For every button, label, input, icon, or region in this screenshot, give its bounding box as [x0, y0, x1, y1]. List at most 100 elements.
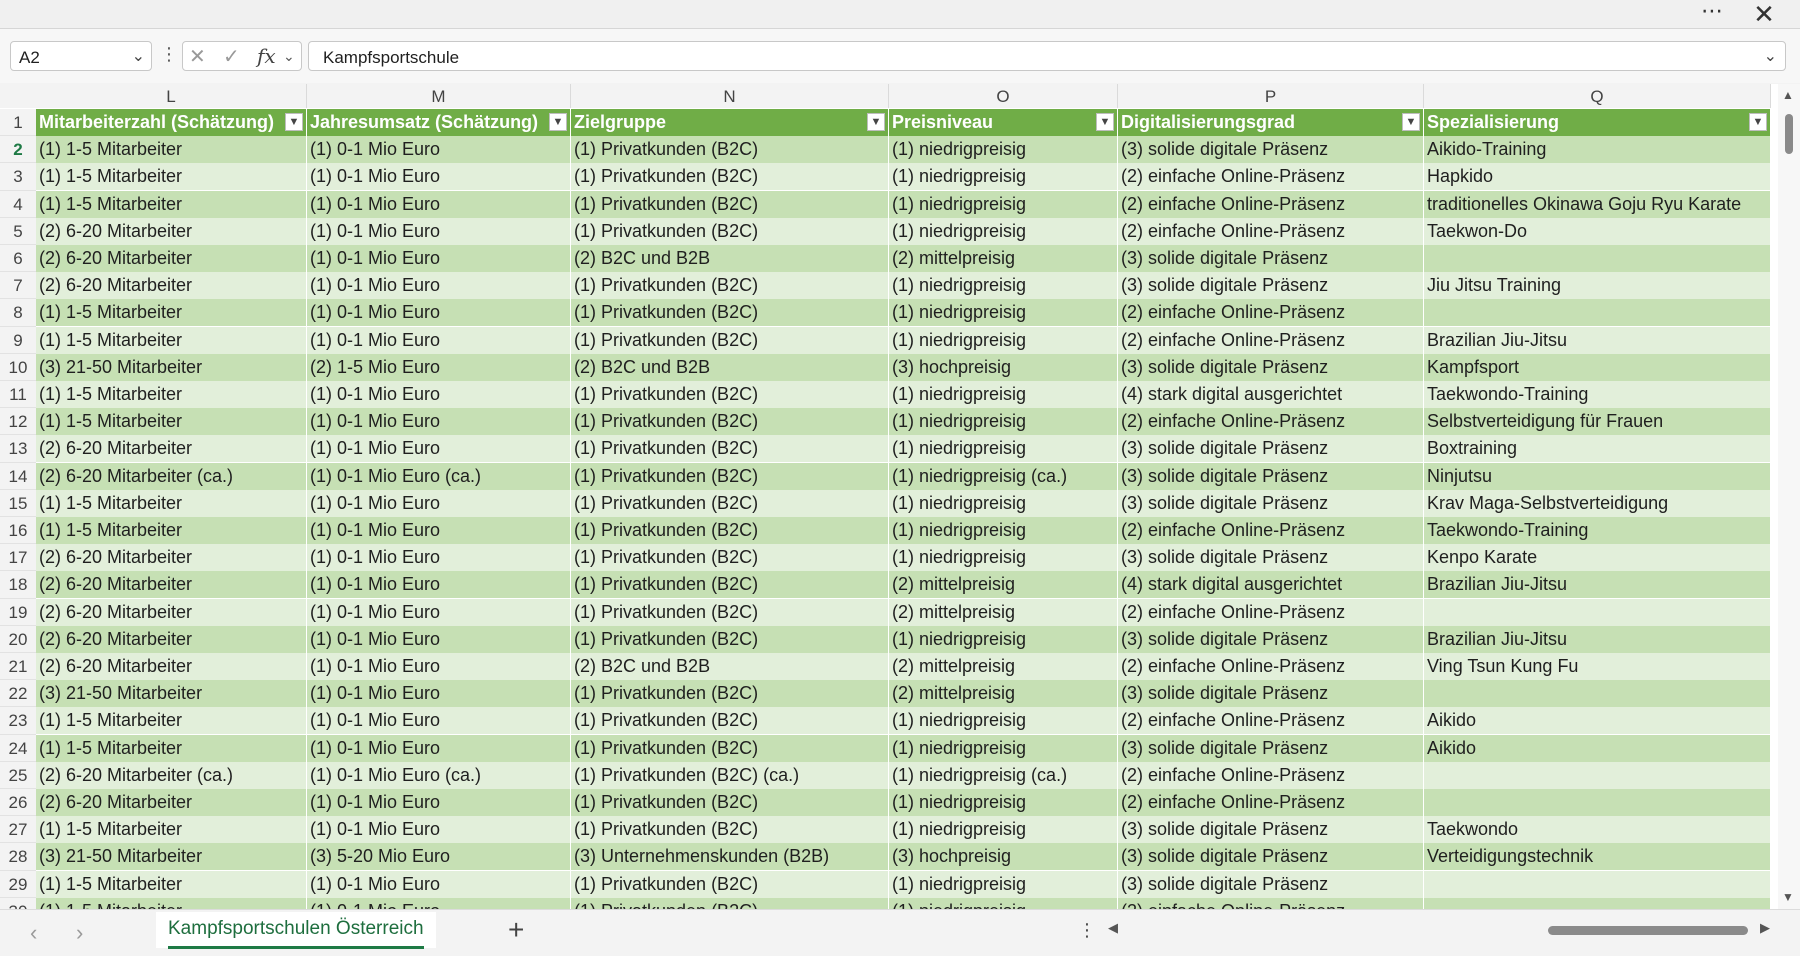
next-sheet-icon[interactable]: ›	[76, 920, 83, 946]
table-cell[interactable]: Aikido	[1424, 707, 1771, 735]
table-cell[interactable]: (2) 6-20 Mitarbeiter (ca.)	[36, 462, 307, 490]
table-cell[interactable]: (2) einfache Online-Präsenz	[1118, 299, 1424, 327]
table-cell[interactable]: (2) 6-20 Mitarbeiter	[36, 272, 307, 300]
row-header[interactable]: 9	[0, 326, 36, 354]
table-cell[interactable]	[1424, 598, 1771, 626]
table-cell[interactable]: (1) Privatkunden (B2C)	[571, 789, 889, 816]
table-cell[interactable]: (2) mittelpreisig	[889, 653, 1118, 680]
filter-dropdown-icon[interactable]: ▼	[1402, 113, 1420, 131]
row-header[interactable]: 3	[0, 163, 36, 191]
row-header[interactable]: 2	[0, 136, 36, 164]
select-all-corner[interactable]	[0, 84, 36, 108]
table-cell[interactable]: (2) mittelpreisig	[889, 598, 1118, 626]
table-cell[interactable]: (2) 6-20 Mitarbeiter	[36, 544, 307, 572]
spreadsheet-grid[interactable]: L M N O P Q 1 Mitarbeiterzahl (Schätzung) ▼ Jahre…	[0, 84, 1800, 909]
table-cell[interactable]: (3) solide digitale Präsenz	[1118, 136, 1424, 164]
table-cell[interactable]: (1) 0-1 Mio Euro	[307, 408, 571, 436]
table-cell[interactable]: (3) solide digitale Präsenz	[1118, 272, 1424, 300]
table-cell[interactable]: (1) 1-5 Mitarbeiter	[36, 489, 307, 517]
header-cell[interactable]: Jahresumsatz (Schätzung) ▼	[307, 109, 571, 136]
table-cell[interactable]: (1) Privatkunden (B2C)	[571, 897, 889, 909]
table-cell[interactable]: (1) 1-5 Mitarbeiter	[36, 136, 307, 164]
formula-value[interactable]: Kampfsportschule	[323, 48, 459, 68]
table-cell[interactable]: (3) 21-50 Mitarbeiter	[36, 353, 307, 381]
table-cell[interactable]: (1) niedrigpreisig	[889, 326, 1118, 354]
table-cell[interactable]: (2) einfache Online-Präsenz	[1118, 217, 1424, 245]
table-cell[interactable]: (2) 6-20 Mitarbeiter	[36, 435, 307, 463]
table-cell[interactable]: (1) 1-5 Mitarbeiter	[36, 734, 307, 762]
chevron-down-icon[interactable]: ⌄	[132, 46, 145, 66]
column-header-l[interactable]: L	[36, 84, 307, 108]
scroll-left-icon[interactable]: ◀	[1108, 920, 1118, 936]
table-cell[interactable]: (1) Privatkunden (B2C)	[571, 136, 889, 164]
table-cell[interactable]: Ving Tsun Kung Fu	[1424, 653, 1771, 680]
table-cell[interactable]: (2) 6-20 Mitarbeiter	[36, 217, 307, 245]
row-header[interactable]: 26	[0, 789, 36, 817]
table-cell[interactable]: (1) 0-1 Mio Euro	[307, 326, 571, 354]
table-cell[interactable]: (1) 0-1 Mio Euro	[307, 897, 571, 909]
table-cell[interactable]: (1) 0-1 Mio Euro (ca.)	[307, 761, 571, 789]
table-cell[interactable]: (2) einfache Online-Präsenz	[1118, 653, 1424, 680]
table-cell[interactable]: Hapkido	[1424, 163, 1771, 191]
table-cell[interactable]: traditionelles Okinawa Goju Ryu Karate	[1424, 190, 1771, 218]
previous-sheet-icon[interactable]: ‹	[30, 920, 37, 946]
table-cell[interactable]: (3) hochpreisig	[889, 843, 1118, 871]
table-cell[interactable]: (2) einfache Online-Präsenz	[1118, 707, 1424, 735]
scroll-thumb[interactable]	[1548, 926, 1748, 935]
close-icon[interactable]: ✕	[1750, 0, 1778, 28]
name-box[interactable]: A2 ⌄	[10, 41, 152, 71]
column-header-n[interactable]: N	[571, 84, 889, 108]
filter-dropdown-icon[interactable]: ▼	[1096, 113, 1114, 131]
table-cell[interactable]: (1) Privatkunden (B2C)	[571, 707, 889, 735]
table-cell[interactable]: Taekwondo-Training	[1424, 381, 1771, 408]
row-header[interactable]: 27	[0, 816, 36, 844]
table-cell[interactable]: (1) 0-1 Mio Euro	[307, 190, 571, 218]
table-cell[interactable]: (4) stark digital ausgerichtet	[1118, 381, 1424, 408]
table-cell[interactable]: (2) einfache Online-Präsenz	[1118, 598, 1424, 626]
table-cell[interactable]	[1424, 870, 1771, 898]
table-cell[interactable]: Aikido	[1424, 734, 1771, 762]
table-cell[interactable]: (2) 6-20 Mitarbeiter	[36, 571, 307, 599]
table-cell[interactable]: (1) 0-1 Mio Euro	[307, 435, 571, 463]
row-header[interactable]: 4	[0, 190, 36, 218]
table-cell[interactable]: (3) solide digitale Präsenz	[1118, 680, 1424, 708]
table-cell[interactable]: (1) niedrigpreisig	[889, 136, 1118, 164]
table-cell[interactable]: (1) niedrigpreisig	[889, 625, 1118, 653]
row-header[interactable]: 24	[0, 734, 36, 762]
table-cell[interactable]: Selbstverteidigung für Frauen	[1424, 408, 1771, 436]
table-cell[interactable]: (1) niedrigpreisig	[889, 789, 1118, 816]
row-header[interactable]: 17	[0, 544, 36, 572]
table-cell[interactable]: Verteidigungstechnik	[1424, 843, 1771, 871]
row-header[interactable]: 25	[0, 761, 36, 789]
header-cell[interactable]: Preisniveau ▼	[889, 109, 1118, 136]
vertical-scrollbar[interactable]: ▲ ▼	[1778, 84, 1800, 909]
row-header[interactable]: 22	[0, 680, 36, 708]
header-cell[interactable]: Mitarbeiterzahl (Schätzung) ▼	[36, 109, 307, 136]
table-cell[interactable]	[1424, 761, 1771, 789]
table-cell[interactable]: (3) solide digitale Präsenz	[1118, 353, 1424, 381]
table-cell[interactable]: (2) mittelpreisig	[889, 571, 1118, 599]
filter-dropdown-icon[interactable]: ▼	[285, 113, 303, 131]
row-header[interactable]: 7	[0, 272, 36, 300]
table-cell[interactable]: (1) 1-5 Mitarbeiter	[36, 408, 307, 436]
table-cell[interactable]	[1424, 299, 1771, 327]
table-cell[interactable]: (1) 0-1 Mio Euro	[307, 163, 571, 191]
table-cell[interactable]: (1) Privatkunden (B2C)	[571, 870, 889, 898]
table-cell[interactable]: (2) einfache Online-Präsenz	[1118, 163, 1424, 191]
table-cell[interactable]: (2) B2C und B2B	[571, 245, 889, 272]
table-cell[interactable]: (2) 6-20 Mitarbeiter	[36, 625, 307, 653]
table-cell[interactable]: Ninjutsu	[1424, 462, 1771, 490]
row-header[interactable]: 28	[0, 843, 36, 871]
table-cell[interactable]: Jiu Jitsu Training	[1424, 272, 1771, 300]
row-header[interactable]: 1	[0, 109, 36, 137]
table-cell[interactable]: Taekwondo-Training	[1424, 517, 1771, 544]
table-cell[interactable]: (1) niedrigpreisig	[889, 517, 1118, 544]
table-cell[interactable]: (1) 0-1 Mio Euro	[307, 217, 571, 245]
row-header[interactable]: 14	[0, 462, 36, 490]
table-cell[interactable]: (3) solide digitale Präsenz	[1118, 843, 1424, 871]
add-sheet-icon[interactable]: +	[508, 914, 524, 946]
table-cell[interactable]: (1) Privatkunden (B2C)	[571, 598, 889, 626]
table-cell[interactable]: (1) 1-5 Mitarbeiter	[36, 897, 307, 909]
table-cell[interactable]: (2) 6-20 Mitarbeiter	[36, 789, 307, 816]
table-cell[interactable]: (1) 0-1 Mio Euro	[307, 381, 571, 408]
